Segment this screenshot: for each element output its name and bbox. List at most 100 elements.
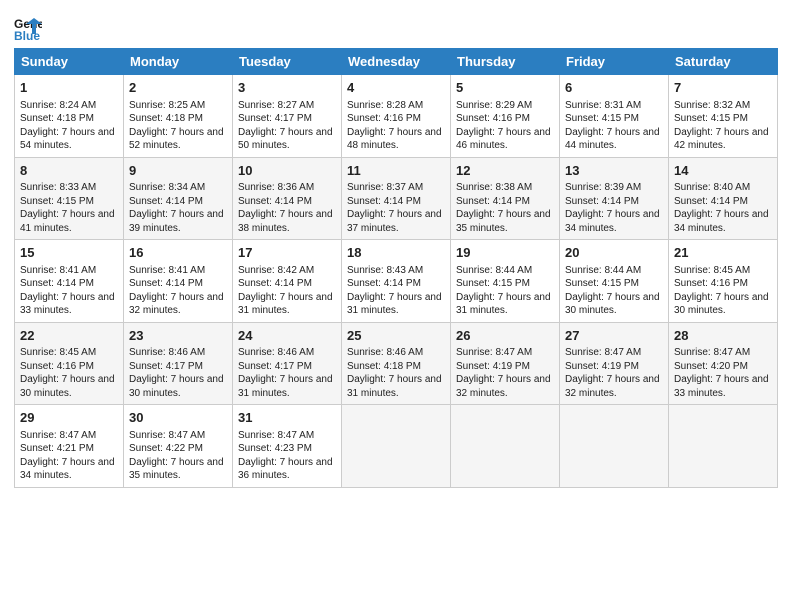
day-cell-12: 12Sunrise: 8:38 AMSunset: 4:14 PMDayligh… [451,157,560,240]
day-number: 6 [565,79,663,97]
week-row-1: 1Sunrise: 8:24 AMSunset: 4:18 PMDaylight… [15,75,778,158]
daylight: Daylight: 7 hours and 32 minutes. [129,292,224,317]
week-row-2: 8Sunrise: 8:33 AMSunset: 4:15 PMDaylight… [15,157,778,240]
daylight: Daylight: 7 hours and 39 minutes. [129,209,224,234]
day-cell-21: 21Sunrise: 8:45 AMSunset: 4:16 PMDayligh… [669,240,778,323]
sunset: Sunset: 4:14 PM [238,196,312,207]
daylight: Daylight: 7 hours and 36 minutes. [238,457,333,482]
sunset: Sunset: 4:18 PM [20,113,94,124]
daylight: Daylight: 7 hours and 33 minutes. [674,374,769,399]
day-number: 1 [20,79,118,97]
sunset: Sunset: 4:14 PM [129,278,203,289]
day-cell-19: 19Sunrise: 8:44 AMSunset: 4:15 PMDayligh… [451,240,560,323]
sunset: Sunset: 4:18 PM [129,113,203,124]
day-number: 8 [20,162,118,180]
column-header-saturday: Saturday [669,49,778,75]
sunrise: Sunrise: 8:31 AM [565,100,641,111]
day-number: 4 [347,79,445,97]
day-cell-24: 24Sunrise: 8:46 AMSunset: 4:17 PMDayligh… [233,322,342,405]
sunrise: Sunrise: 8:47 AM [674,347,750,358]
day-cell-5: 5 Sunrise: 8:29 AM Sunset: 4:16 PM Daylight… [451,75,560,158]
day-number: 5 [456,79,554,97]
day-number: 18 [347,244,445,262]
sunset: Sunset: 4:14 PM [456,196,530,207]
day-number: 24 [238,327,336,345]
day-number: 7 [674,79,772,97]
sunrise: Sunrise: 8:29 AM [456,100,532,111]
sunset: Sunset: 4:14 PM [238,278,312,289]
day-cell-7: 7Sunrise: 8:32 AMSunset: 4:15 PMDaylight… [669,75,778,158]
sunrise: Sunrise: 8:32 AM [674,100,750,111]
header: General Blue [14,10,778,42]
day-cell-2: 2Sunrise: 8:25 AMSunset: 4:18 PMDaylight… [124,75,233,158]
sunrise: Sunrise: 8:33 AM [20,182,96,193]
sunrise: Sunrise: 8:40 AM [674,182,750,193]
sunrise: Sunrise: 8:47 AM [565,347,641,358]
sunset: Sunset: 4:14 PM [20,278,94,289]
day-cell-20: 20Sunrise: 8:44 AMSunset: 4:15 PMDayligh… [560,240,669,323]
daylight: Daylight: 7 hours and 30 minutes. [565,292,660,317]
daylight: Daylight: 7 hours and 30 minutes. [674,292,769,317]
sunset: Sunset: 4:17 PM [129,361,203,372]
daylight: Daylight: 7 hours and 35 minutes. [129,457,224,482]
day-number: 21 [674,244,772,262]
sunset: Sunset: 4:21 PM [20,443,94,454]
day-number: 16 [129,244,227,262]
sunrise: Sunrise: 8:41 AM [20,265,96,276]
sunset: Sunset: 4:19 PM [565,361,639,372]
week-row-5: 29Sunrise: 8:47 AMSunset: 4:21 PMDayligh… [15,405,778,488]
sunrise: Sunrise: 8:42 AM [238,265,314,276]
day-number: 12 [456,162,554,180]
sunset: Sunset: 4:18 PM [347,361,421,372]
sunrise: Sunrise: 8:44 AM [565,265,641,276]
daylight: Daylight: 7 hours and 31 minutes. [238,374,333,399]
sunset: Sunset: 4:14 PM [565,196,639,207]
daylight: Daylight: 7 hours and 38 minutes. [238,209,333,234]
daylight: Daylight: 7 hours and 34 minutes. [20,457,115,482]
day-number: 26 [456,327,554,345]
daylight: Daylight: 7 hours and 30 minutes. [20,374,115,399]
sunset: Sunset: 4:15 PM [456,278,530,289]
day-cell-9: 9Sunrise: 8:34 AMSunset: 4:14 PMDaylight… [124,157,233,240]
column-header-monday: Monday [124,49,233,75]
sunset: Sunset: 4:14 PM [347,278,421,289]
day-cell-11: 11Sunrise: 8:37 AMSunset: 4:14 PMDayligh… [342,157,451,240]
day-number: 13 [565,162,663,180]
week-row-3: 15Sunrise: 8:41 AMSunset: 4:14 PMDayligh… [15,240,778,323]
day-number: 30 [129,409,227,427]
daylight: Daylight: 7 hours and 44 minutes. [565,127,660,152]
day-number: 22 [20,327,118,345]
sunset: Sunset: 4:15 PM [674,113,748,124]
day-cell-4: 4Sunrise: 8:28 AMSunset: 4:16 PMDaylight… [342,75,451,158]
daylight: Daylight: 7 hours and 30 minutes. [129,374,224,399]
sunrise: Sunrise: 8:34 AM [129,182,205,193]
sunset: Sunset: 4:14 PM [674,196,748,207]
sunset: Sunset: 4:16 PM [347,113,421,124]
page-container: General Blue SundayMondayTuesdayWednesda… [0,0,792,496]
day-number: 2 [129,79,227,97]
sunset: Sunset: 4:16 PM [674,278,748,289]
sunset: Sunset: 4:16 PM [456,113,530,124]
day-cell-8: 8Sunrise: 8:33 AMSunset: 4:15 PMDaylight… [15,157,124,240]
day-number: 20 [565,244,663,262]
day-cell-13: 13Sunrise: 8:39 AMSunset: 4:14 PMDayligh… [560,157,669,240]
logo: General Blue [14,14,46,42]
calendar-table: SundayMondayTuesdayWednesdayThursdayFrid… [14,48,778,488]
empty-cell [451,405,560,488]
day-cell-26: 26Sunrise: 8:47 AMSunset: 4:19 PMDayligh… [451,322,560,405]
daylight: Daylight: 7 hours and 32 minutes. [565,374,660,399]
column-header-thursday: Thursday [451,49,560,75]
daylight: Daylight: 7 hours and 48 minutes. [347,127,442,152]
week-row-4: 22Sunrise: 8:45 AMSunset: 4:16 PMDayligh… [15,322,778,405]
day-number: 10 [238,162,336,180]
sunrise: Sunrise: 8:44 AM [456,265,532,276]
day-number: 3 [238,79,336,97]
day-cell-28: 28Sunrise: 8:47 AMSunset: 4:20 PMDayligh… [669,322,778,405]
day-number: 19 [456,244,554,262]
daylight: Daylight: 7 hours and 46 minutes. [456,127,551,152]
sunset: Sunset: 4:14 PM [347,196,421,207]
daylight: Daylight: 7 hours and 31 minutes. [238,292,333,317]
svg-text:Blue: Blue [14,29,40,42]
sunrise: Sunrise: 8:47 AM [238,430,314,441]
day-cell-10: 10Sunrise: 8:36 AMSunset: 4:14 PMDayligh… [233,157,342,240]
